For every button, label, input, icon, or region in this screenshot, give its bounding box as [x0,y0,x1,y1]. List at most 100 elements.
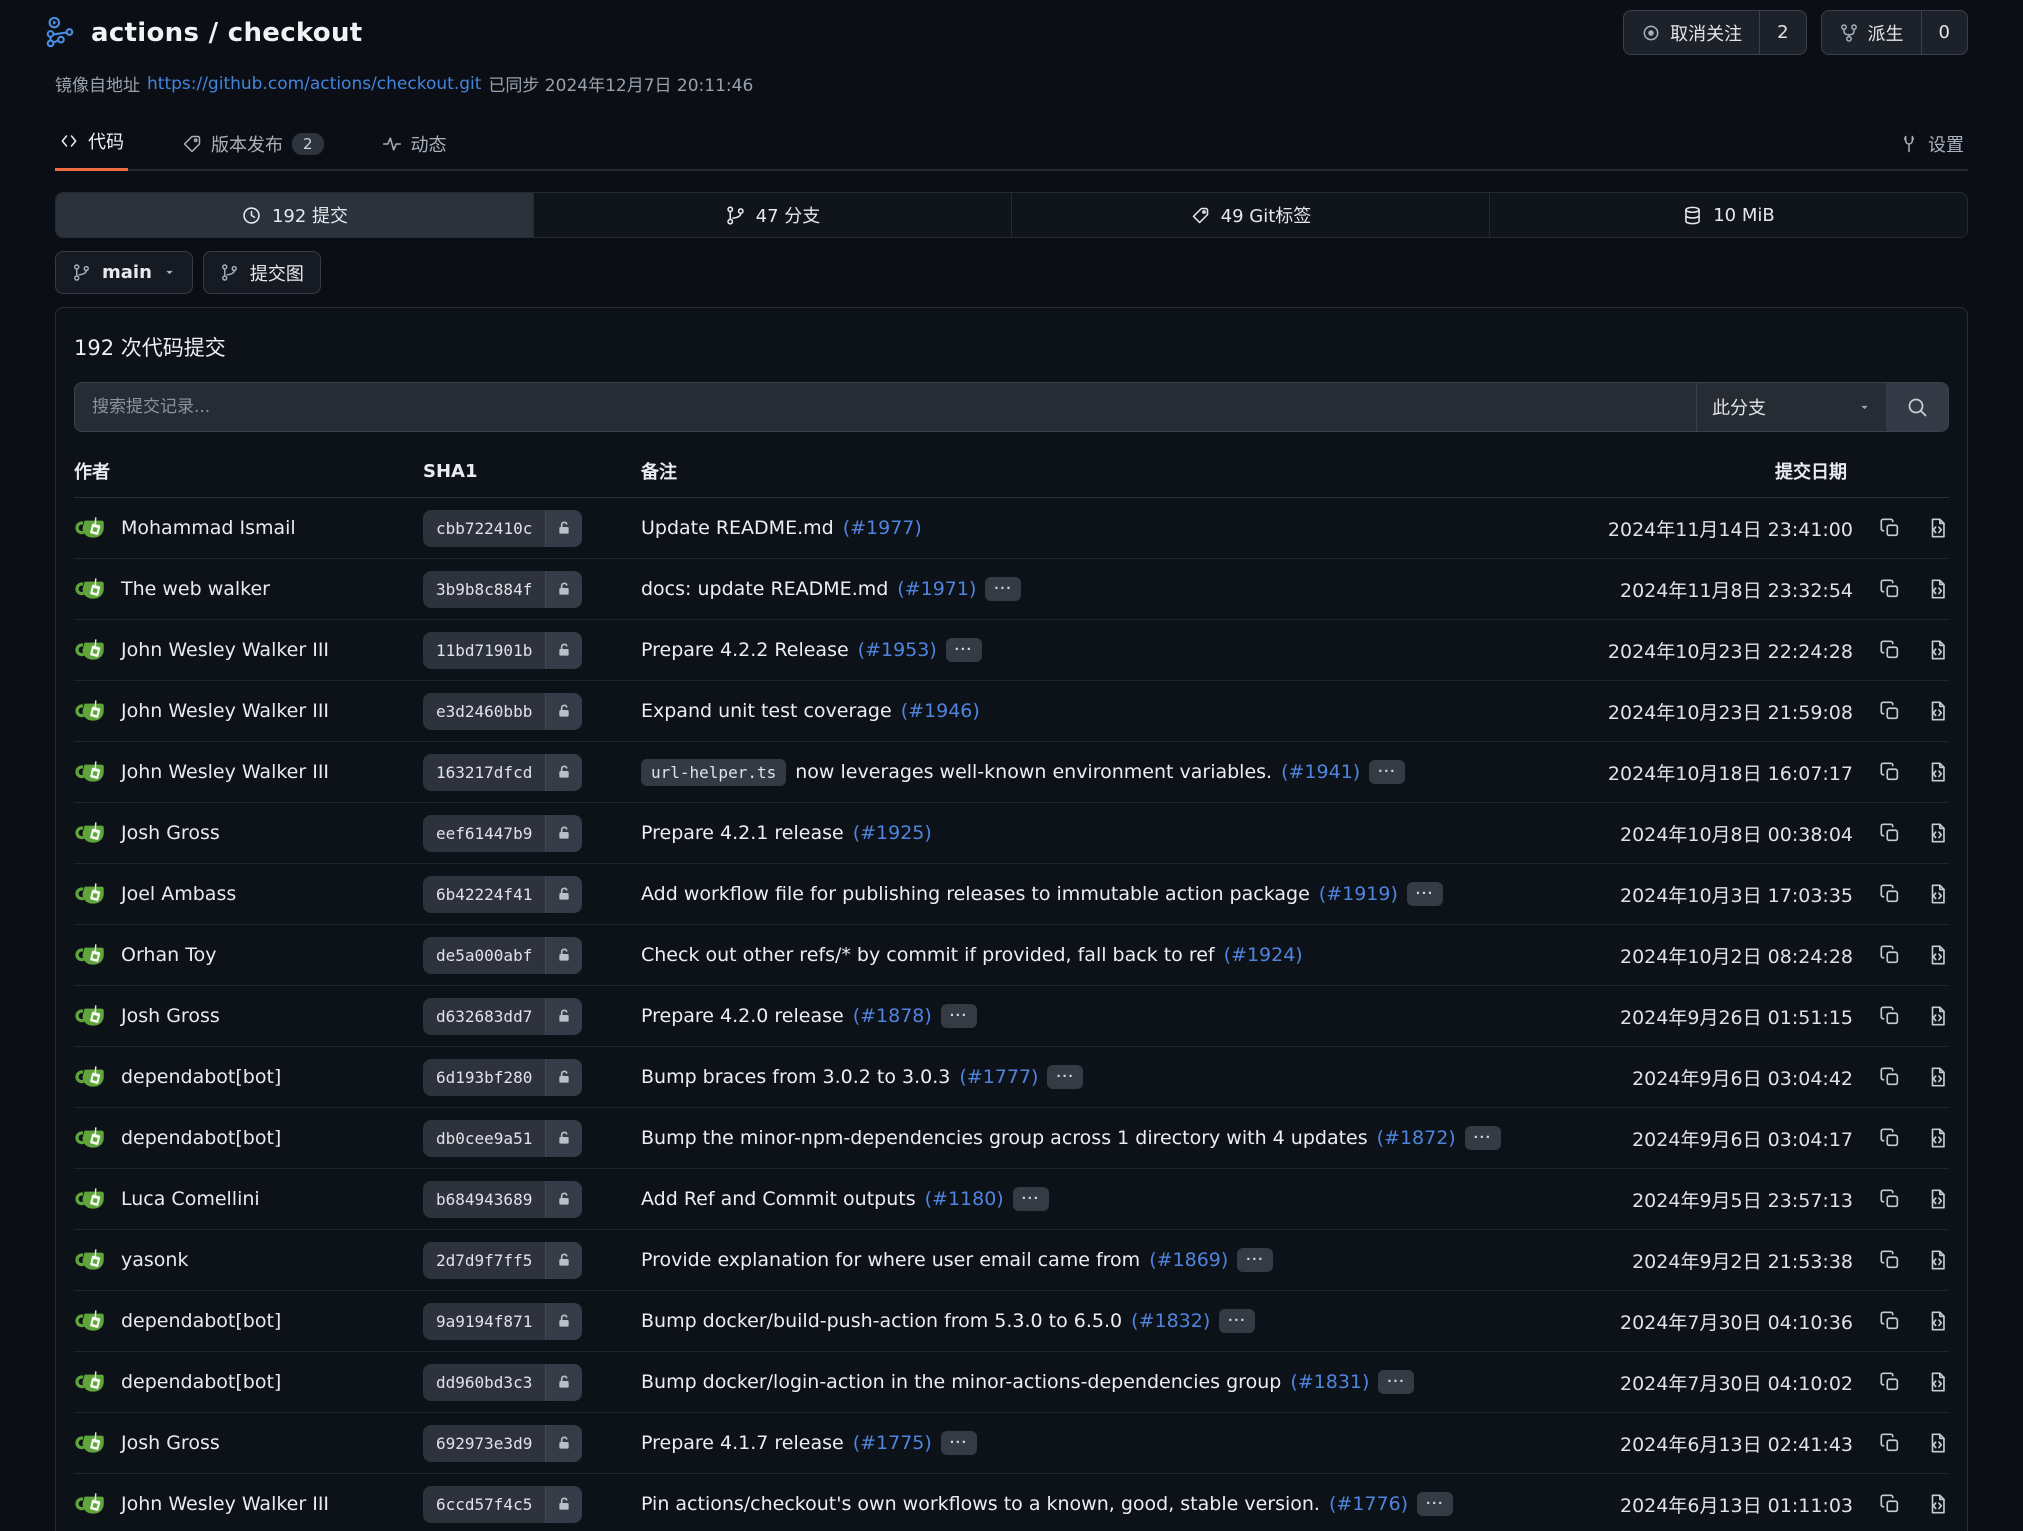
stat-commits[interactable]: 192 提交 [56,193,533,237]
expand-commit-body-button[interactable]: ··· [1219,1309,1255,1333]
tab-releases[interactable]: 版本发布 2 [178,121,328,171]
watchers-count[interactable]: 2 [1759,11,1805,54]
pr-link[interactable]: (#1878) [853,1005,932,1027]
copy-sha-button[interactable] [1879,1493,1901,1515]
branch-selector[interactable]: main [55,251,193,294]
expand-commit-body-button[interactable]: ··· [1465,1126,1501,1150]
browse-source-button[interactable] [1927,1188,1949,1210]
commit-author[interactable]: Josh Gross [74,999,423,1033]
commit-sha-badge[interactable]: d632683dd7 [423,998,582,1035]
commit-author[interactable]: John Wesley Walker III [74,755,423,789]
commit-author[interactable]: Joel Ambass [74,877,423,911]
expand-commit-body-button[interactable]: ··· [1407,882,1443,906]
expand-commit-body-button[interactable]: ··· [985,577,1021,601]
pr-link[interactable]: (#1869) [1149,1249,1228,1271]
pr-link[interactable]: (#1946) [901,700,980,722]
commit-sha-badge[interactable]: 6ccd57f4c5 [423,1486,582,1523]
copy-sha-button[interactable] [1879,883,1901,905]
browse-source-button[interactable] [1927,761,1949,783]
browse-source-button[interactable] [1927,1432,1949,1454]
pr-link[interactable]: (#1872) [1377,1127,1456,1149]
copy-sha-button[interactable] [1879,1066,1901,1088]
commit-sha-badge[interactable]: 9a9194f871 [423,1303,582,1340]
commit-graph-button[interactable]: 提交图 [203,251,321,294]
pr-link[interactable]: (#1180) [925,1188,1004,1210]
copy-sha-button[interactable] [1879,1432,1901,1454]
pr-link[interactable]: (#1977) [843,517,922,539]
pr-link[interactable]: (#1924) [1224,944,1303,966]
commit-author[interactable]: Josh Gross [74,816,423,850]
copy-sha-button[interactable] [1879,1188,1901,1210]
pr-link[interactable]: (#1831) [1290,1371,1369,1393]
pr-link[interactable]: (#1777) [959,1066,1038,1088]
pr-link[interactable]: (#1832) [1131,1310,1210,1332]
browse-source-button[interactable] [1927,944,1949,966]
copy-sha-button[interactable] [1879,1371,1901,1393]
stat-branches[interactable]: 47 分支 [533,193,1011,237]
expand-commit-body-button[interactable]: ··· [946,638,982,662]
commit-sha-badge[interactable]: 6b42224f41 [423,876,582,913]
stat-tags[interactable]: 49 Git标签 [1011,193,1489,237]
commit-author[interactable]: The web walker [74,572,423,606]
expand-commit-body-button[interactable]: ··· [941,1004,977,1028]
commit-author[interactable]: Orhan Toy [74,938,423,972]
expand-commit-body-button[interactable]: ··· [941,1431,977,1455]
forks-count[interactable]: 0 [1921,11,1967,54]
commit-sha-badge[interactable]: db0cee9a51 [423,1120,582,1157]
commit-author[interactable]: yasonk [74,1243,423,1277]
copy-sha-button[interactable] [1879,1127,1901,1149]
browse-source-button[interactable] [1927,822,1949,844]
commit-sha-badge[interactable]: cbb722410c [423,510,582,547]
search-button[interactable] [1886,383,1948,431]
copy-sha-button[interactable] [1879,822,1901,844]
commit-author[interactable]: John Wesley Walker III [74,633,423,667]
tab-activity[interactable]: 动态 [378,121,451,171]
browse-source-button[interactable] [1927,578,1949,600]
commit-sha-badge[interactable]: eef61447b9 [423,815,582,852]
commit-author[interactable]: Luca Comellini [74,1182,423,1216]
browse-source-button[interactable] [1927,1371,1949,1393]
browse-source-button[interactable] [1927,1066,1949,1088]
commit-author[interactable]: dependabot[bot] [74,1304,423,1338]
commit-search-input[interactable] [75,383,1696,431]
copy-sha-button[interactable] [1879,761,1901,783]
browse-source-button[interactable] [1927,1493,1949,1515]
pr-link[interactable]: (#1919) [1319,883,1398,905]
pr-link[interactable]: (#1925) [853,822,932,844]
commit-author[interactable]: John Wesley Walker III [74,1487,423,1521]
tab-settings[interactable]: 设置 [1895,121,1968,171]
mirror-url-link[interactable]: https://github.com/actions/checkout.git [147,74,481,94]
commit-sha-badge[interactable]: 2d7d9f7ff5 [423,1242,582,1279]
commit-sha-badge[interactable]: dd960bd3c3 [423,1364,582,1401]
browse-source-button[interactable] [1927,1005,1949,1027]
copy-sha-button[interactable] [1879,944,1901,966]
stat-size[interactable]: 10 MiB [1489,193,1967,237]
browse-source-button[interactable] [1927,517,1949,539]
commit-sha-badge[interactable]: e3d2460bbb [423,693,582,730]
copy-sha-button[interactable] [1879,1005,1901,1027]
commit-sha-badge[interactable]: de5a000abf [423,937,582,974]
commit-sha-badge[interactable]: 692973e3d9 [423,1425,582,1462]
copy-sha-button[interactable] [1879,517,1901,539]
commit-sha-badge[interactable]: 11bd71901b [423,632,582,669]
browse-source-button[interactable] [1927,639,1949,661]
commit-author[interactable]: dependabot[bot] [74,1060,423,1094]
pr-link[interactable]: (#1971) [897,578,976,600]
commit-author[interactable]: Josh Gross [74,1426,423,1460]
commit-author[interactable]: dependabot[bot] [74,1121,423,1155]
browse-source-button[interactable] [1927,1310,1949,1332]
browse-source-button[interactable] [1927,883,1949,905]
unwatch-button[interactable]: 取消关注 2 [1623,10,1806,55]
browse-source-button[interactable] [1927,1249,1949,1271]
expand-commit-body-button[interactable]: ··· [1378,1370,1414,1394]
copy-sha-button[interactable] [1879,1310,1901,1332]
branch-filter-dropdown[interactable]: 此分支 [1696,383,1886,431]
expand-commit-body-button[interactable]: ··· [1047,1065,1083,1089]
pr-link[interactable]: (#1941) [1281,761,1360,783]
commit-author[interactable]: John Wesley Walker III [74,694,423,728]
copy-sha-button[interactable] [1879,1249,1901,1271]
commit-sha-badge[interactable]: b684943689 [423,1181,582,1218]
expand-commit-body-button[interactable]: ··· [1013,1187,1049,1211]
expand-commit-body-button[interactable]: ··· [1237,1248,1273,1272]
browse-source-button[interactable] [1927,700,1949,722]
